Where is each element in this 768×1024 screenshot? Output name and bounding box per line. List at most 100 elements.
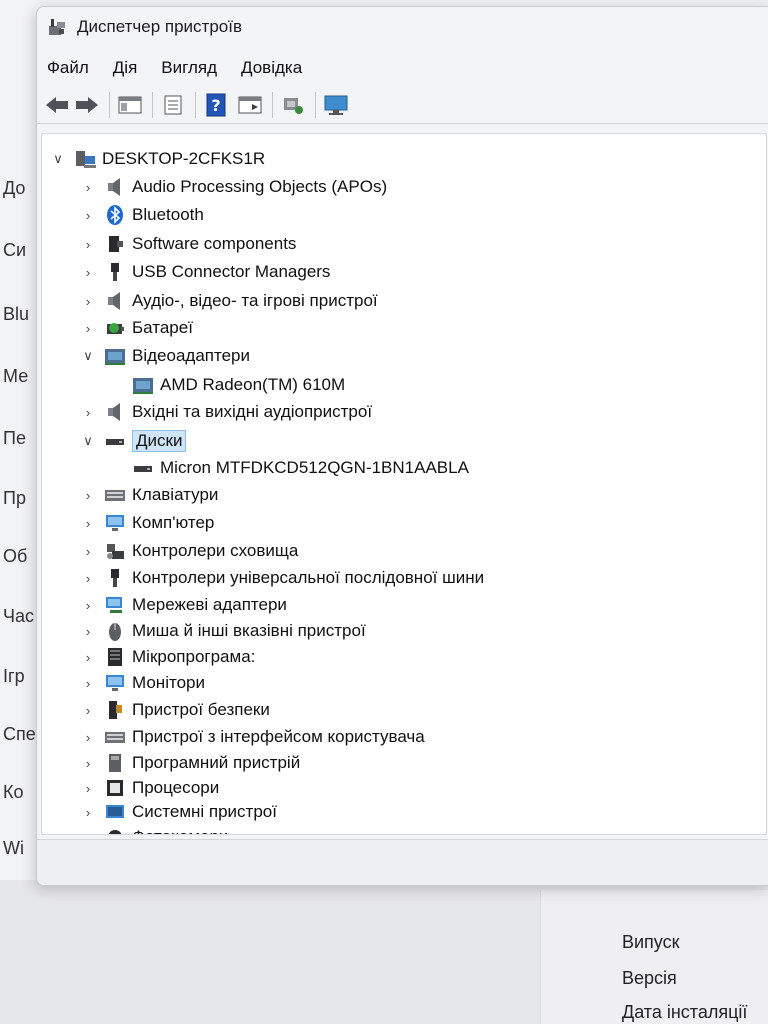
device-manager-window: Диспетчер пристроїв Файл Дія Вигляд Дові… (36, 6, 768, 886)
settings-nav-item[interactable]: Пе (3, 428, 40, 449)
settings-nav-item[interactable]: Blu (3, 304, 40, 325)
computer-icon (104, 512, 126, 534)
speaker-icon (104, 176, 126, 198)
settings-nav-item[interactable]: Си (3, 240, 40, 261)
chevron-right-icon[interactable]: › (80, 650, 96, 665)
chevron-right-icon[interactable]: › (80, 598, 96, 613)
tree-item-label: Фотокамери (132, 827, 228, 834)
device-category[interactable]: › Bluetooth (80, 202, 204, 228)
chevron-right-icon[interactable]: › (80, 294, 96, 309)
device-tree[interactable]: ∨ DESKTOP-2CFKS1R › Audio Processing Object… (41, 133, 767, 835)
device-category[interactable]: › Процесори (80, 775, 219, 801)
svg-text:?: ? (211, 96, 220, 115)
usb-icon (104, 567, 126, 589)
menu-view[interactable]: Вигляд (161, 58, 217, 78)
tree-item-label: Процесори (132, 778, 220, 797)
settings-nav-item[interactable]: Ко (3, 782, 40, 803)
display-adapter-icon (104, 345, 126, 367)
chevron-right-icon[interactable]: › (80, 544, 96, 559)
menu-file[interactable]: Файл (47, 58, 89, 78)
device-category[interactable]: ∨ Диски (80, 428, 187, 454)
device-category[interactable]: › Системні пристрої (80, 799, 277, 825)
chevron-right-icon[interactable]: › (80, 830, 96, 835)
device-category[interactable]: › Фотокамери (80, 824, 228, 835)
tree-item-label: Пристрої з інтерфейсом користувача (132, 727, 425, 746)
device-category[interactable]: › Мікропрограма: (80, 644, 255, 670)
tree-root-computer[interactable]: ∨ DESKTOP-2CFKS1R (50, 146, 265, 172)
chevron-right-icon[interactable]: › (80, 265, 96, 280)
toolbar-separator (195, 92, 196, 118)
tree-item-label: Мікропрограма: (132, 647, 256, 666)
device-item[interactable]: Micron MTFDKCD512QGN-1BN1AABLA (108, 455, 469, 481)
help-icon[interactable]: ? (202, 91, 230, 119)
show-hide-console-tree-icon[interactable] (116, 91, 144, 119)
device-category[interactable]: › Миша й інші вказівні пристрої (80, 618, 366, 644)
scan-hardware-changes-icon[interactable] (279, 91, 307, 119)
back-arrow-icon[interactable] (43, 91, 71, 119)
device-category[interactable]: › Пристрої безпеки (80, 697, 270, 723)
chevron-right-icon[interactable]: › (80, 781, 96, 796)
settings-nav-item[interactable]: Об (3, 546, 40, 567)
add-legacy-hardware-icon[interactable] (322, 91, 350, 119)
settings-nav-item[interactable]: Час (3, 606, 40, 627)
settings-nav-item[interactable]: Пр (3, 488, 40, 509)
firmware-icon (104, 646, 126, 668)
device-category[interactable]: › Мережеві адаптери (80, 592, 287, 618)
settings-nav-item[interactable]: Ігр (3, 666, 40, 687)
toolbar: ? (37, 87, 768, 124)
disk-drive-icon (132, 457, 154, 479)
chevron-right-icon[interactable]: › (80, 624, 96, 639)
tree-item-label: Audio Processing Objects (APOs) (132, 177, 388, 196)
tree-item-label: Контролери універсальної послідовної шин… (132, 568, 485, 587)
software-component-icon (104, 233, 126, 255)
tree-item-label: Монітори (132, 673, 205, 692)
device-category[interactable]: › Software components (80, 231, 297, 257)
device-category[interactable]: › USB Connector Managers (80, 259, 330, 285)
monitor-icon (104, 672, 126, 694)
settings-nav-item[interactable]: До (3, 178, 40, 199)
chevron-right-icon[interactable]: › (80, 405, 96, 420)
chevron-right-icon[interactable]: › (80, 756, 96, 771)
device-category[interactable]: › Пристрої з інтерфейсом користувача (80, 724, 425, 750)
menu-action[interactable]: Дія (113, 58, 138, 78)
device-category[interactable]: › Контролери універсальної послідовної ши… (80, 565, 484, 591)
network-adapter-icon (104, 594, 126, 616)
menu-help[interactable]: Довідка (241, 58, 302, 78)
device-category[interactable]: › Комп'ютер (80, 510, 215, 536)
storage-controller-icon (104, 540, 126, 562)
spec-field-label: Версія (622, 968, 677, 988)
settings-nav-item[interactable]: Спе (3, 724, 40, 745)
device-category[interactable]: ∨ Відеоадаптери (80, 343, 250, 369)
settings-nav-item[interactable]: Wi (3, 838, 40, 859)
forward-arrow-icon[interactable] (73, 91, 101, 119)
chevron-right-icon[interactable]: › (80, 571, 96, 586)
chevron-down-icon[interactable]: ∨ (80, 433, 96, 449)
chevron-right-icon[interactable]: › (80, 730, 96, 745)
chevron-right-icon[interactable]: › (80, 805, 96, 820)
chevron-down-icon[interactable]: ∨ (80, 348, 96, 364)
window-title: Диспетчер пристроїв (77, 17, 242, 36)
device-item[interactable]: AMD Radeon(TM) 610M (108, 372, 345, 398)
device-category[interactable]: › Батареї (80, 315, 193, 341)
security-device-icon (104, 699, 126, 721)
chevron-down-icon[interactable]: ∨ (50, 151, 66, 167)
tree-item-label: Software components (132, 234, 297, 253)
chevron-right-icon[interactable]: › (80, 516, 96, 531)
chevron-right-icon[interactable]: › (80, 208, 96, 223)
settings-nav-item[interactable]: Ме (3, 366, 40, 387)
device-category[interactable]: › Аудіо-, відео- та ігрові пристрої (80, 288, 378, 314)
chevron-right-icon[interactable]: › (80, 488, 96, 503)
device-category[interactable]: › Програмний пристрій (80, 750, 300, 776)
properties-icon[interactable] (159, 91, 187, 119)
device-category[interactable]: › Монітори (80, 670, 205, 696)
chevron-right-icon[interactable]: › (80, 703, 96, 718)
chevron-right-icon[interactable]: › (80, 321, 96, 336)
device-category[interactable]: › Клавіатури (80, 482, 219, 508)
device-category[interactable]: › Контролери сховища (80, 538, 299, 564)
chevron-right-icon[interactable]: › (80, 180, 96, 195)
device-category[interactable]: › Audio Processing Objects (APOs) (80, 174, 387, 200)
chevron-right-icon[interactable]: › (80, 676, 96, 691)
action-pane-icon[interactable] (236, 91, 264, 119)
device-category[interactable]: › Вхідні та вихідні аудіопристрої (80, 399, 372, 425)
chevron-right-icon[interactable]: › (80, 237, 96, 252)
